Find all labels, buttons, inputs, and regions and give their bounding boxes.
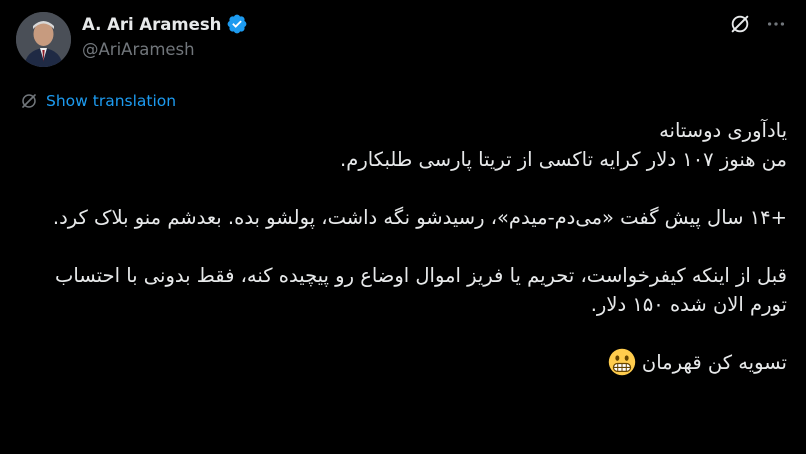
- verified-badge-icon: [227, 14, 247, 34]
- tweet-paragraph-inflation: قبل از اینکه کیفرخواست، تحریم یا فریز ام…: [54, 264, 787, 316]
- avatar[interactable]: [16, 12, 71, 67]
- tweet-paragraph-story: +۱۴ سال پیش گفت «می‌دم-میدم»، رسیدشو نگه…: [52, 206, 787, 229]
- display-name-text[interactable]: A. Ari Aramesh: [82, 15, 221, 34]
- show-translation-label[interactable]: Show translation: [46, 92, 176, 110]
- grok-icon: [731, 15, 749, 33]
- more-button[interactable]: [764, 12, 788, 36]
- tweet-spacer: [19, 232, 787, 261]
- tweet-line-closing: تسویه کن قهرمان: [19, 348, 787, 377]
- grimacing-face-icon: [608, 348, 636, 376]
- tweet-actions: [728, 12, 788, 36]
- avatar-image: [16, 12, 71, 67]
- tweet-text: یادآوری دوستانه من هنوز ۱۰۷ دلار کرایه ت…: [19, 116, 787, 377]
- grok-button[interactable]: [728, 12, 752, 36]
- show-translation-link[interactable]: Show translation: [20, 90, 176, 112]
- tweet-line-greeting: یادآوری دوستانه: [659, 119, 787, 142]
- tweet-spacer: [19, 174, 787, 203]
- handle[interactable]: @AriAramesh: [82, 40, 195, 59]
- tweet-spacer: [19, 319, 787, 348]
- translate-icon: [22, 94, 36, 108]
- tweet-closing-text: تسویه کن قهرمان: [641, 351, 787, 374]
- more-icon: [767, 22, 785, 26]
- display-name[interactable]: A. Ari Aramesh: [82, 12, 248, 36]
- tweet-line-debt: من هنوز ۱۰۷ دلار کرایه تاکسی از تریتا پا…: [340, 148, 787, 171]
